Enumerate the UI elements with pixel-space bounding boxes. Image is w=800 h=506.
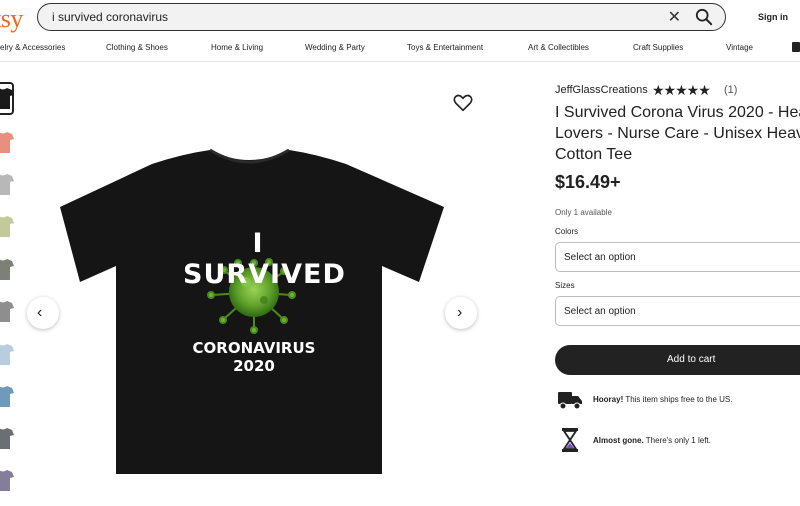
colors-select-value: Select an option <box>564 252 636 263</box>
etsy-logo[interactable]: tsy <box>0 4 23 34</box>
next-image-button[interactable]: › <box>445 297 477 329</box>
search-bar[interactable]: i survived coronavirus ✕ <box>37 3 726 31</box>
add-to-cart-label: Add to cart <box>667 354 716 365</box>
sizes-label: Sizes <box>555 281 575 290</box>
colors-label: Colors <box>555 227 579 236</box>
gift-icon[interactable] <box>792 42 800 52</box>
thumbnail-shirt-icon <box>0 386 14 407</box>
sign-in-link[interactable]: Sign in <box>758 12 788 22</box>
shipping-info-text: This item ships free to the US. <box>623 395 733 404</box>
shipping-info: Hooray! This item ships free to the US. <box>593 395 732 404</box>
product-price: $16.49+ <box>555 172 621 192</box>
low-stock-text: There's only 1 left. <box>643 436 711 445</box>
product-image[interactable]: I SURVIVED CORONAVIRUS 2020 <box>20 70 500 500</box>
thumbnail-shirt-icon <box>0 132 14 153</box>
low-stock-info: Almost gone. There's only 1 left. <box>593 436 711 445</box>
star-rating[interactable]: ★★★★★ <box>652 82 711 99</box>
category-art[interactable]: Art & Collectibles <box>528 43 589 52</box>
thumbnail-5[interactable] <box>0 255 14 285</box>
thumbnail-10[interactable] <box>0 466 14 496</box>
shipping-info-bold: Hooray! <box>593 395 624 404</box>
category-home[interactable]: Home & Living <box>211 43 263 52</box>
category-vintage[interactable]: Vintage <box>726 43 753 52</box>
favorite-heart-icon[interactable] <box>452 92 474 114</box>
thumbnail-9[interactable] <box>0 424 14 454</box>
shirt-print-line1: I SURVIVED <box>183 228 346 290</box>
colors-select[interactable]: Select an option <box>555 242 800 272</box>
header-divider <box>0 61 800 62</box>
thumbnail-6[interactable] <box>0 297 14 327</box>
sizes-select-value: Select an option <box>564 306 636 317</box>
thumbnail-shirt-icon <box>0 344 14 365</box>
chevron-left-icon: ‹ <box>37 304 43 321</box>
stock-status: Only 1 available <box>555 208 612 217</box>
category-toys[interactable]: Toys & Entertainment <box>407 43 483 52</box>
thumbnail-2[interactable] <box>0 128 14 158</box>
sizes-select[interactable]: Select an option <box>555 296 800 326</box>
truck-icon <box>558 392 582 410</box>
thumbnail-shirt-icon <box>0 428 14 449</box>
add-to-cart-button[interactable]: Add to cart <box>555 345 800 375</box>
chevron-right-icon: › <box>457 304 463 321</box>
thumbnail-1[interactable] <box>0 82 14 115</box>
category-craft[interactable]: Craft Supplies <box>633 43 683 52</box>
hourglass-icon <box>562 428 578 452</box>
thumbnail-shirt-icon <box>0 174 14 195</box>
category-wedding[interactable]: Wedding & Party <box>305 43 365 52</box>
previous-image-button[interactable]: ‹ <box>27 297 59 329</box>
thumbnail-7[interactable] <box>0 340 14 370</box>
review-count[interactable]: (1) <box>724 84 737 96</box>
thumbnail-shirt-icon <box>0 470 14 491</box>
shirt-print-line2: CORONAVIRUS 2020 <box>192 339 316 375</box>
clear-search-icon[interactable]: ✕ <box>668 7 681 27</box>
product-title: I Survived Corona Virus 2020 - Hea Lover… <box>555 104 800 163</box>
category-jewelry[interactable]: elry & Accessories <box>0 43 65 52</box>
thumbnail-shirt-icon <box>0 259 14 280</box>
shop-name-link[interactable]: JeffGlassCreations <box>555 84 648 96</box>
category-clothing[interactable]: Clothing & Shoes <box>106 43 168 52</box>
thumbnail-shirt-icon <box>0 216 14 237</box>
thumbnail-8[interactable] <box>0 382 14 412</box>
low-stock-bold: Almost gone. <box>593 436 644 445</box>
search-input[interactable]: i survived coronavirus <box>52 10 168 24</box>
thumbnail-shirt-icon <box>0 88 14 109</box>
search-icon[interactable] <box>695 8 713 26</box>
category-nav: elry & Accessories Clothing & Shoes Home… <box>0 40 800 60</box>
thumbnail-3[interactable] <box>0 170 14 200</box>
thumbnail-shirt-icon <box>0 301 14 322</box>
thumbnail-4[interactable] <box>0 212 14 242</box>
